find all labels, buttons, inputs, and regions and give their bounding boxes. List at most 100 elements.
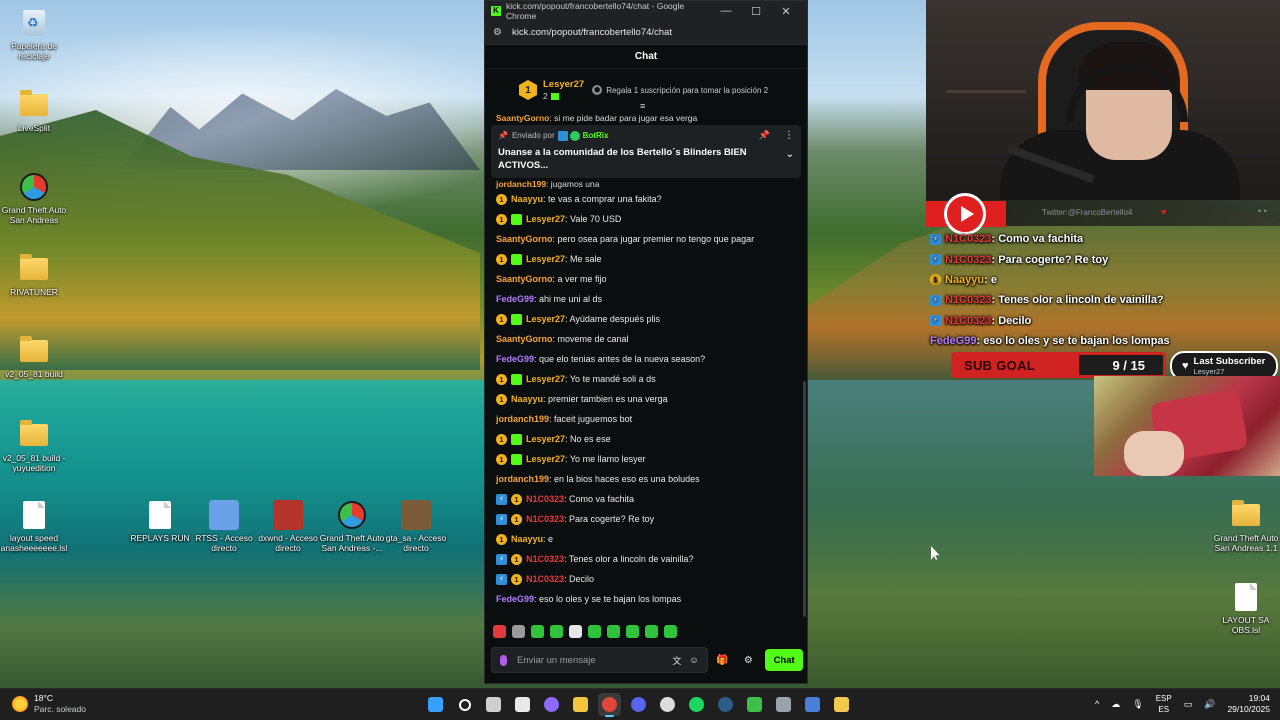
desktop-icon-shortcut[interactable]: dxwnd - Acceso directo <box>254 500 322 553</box>
emote-icon[interactable] <box>493 625 506 638</box>
taskbar-kick-button[interactable] <box>830 693 853 716</box>
weather-widget[interactable]: 18°C Parc. soleado <box>12 693 86 715</box>
folder-glyph <box>1232 500 1260 526</box>
desktop-icon-bin[interactable]: Papelera de reciclaje <box>0 8 68 61</box>
chat-input[interactable]: Enviar un mensaje 文 ☺ <box>491 647 708 673</box>
emote-icon[interactable] <box>645 625 658 638</box>
clock[interactable]: 19:04 29/10/2025 <box>1227 693 1270 715</box>
chevron-down-icon[interactable]: ⌄ <box>786 148 794 161</box>
minimize-button[interactable]: — <box>711 1 741 21</box>
mic-icon[interactable] <box>500 654 507 666</box>
partial-username-2[interactable]: jordanch199 <box>496 179 546 189</box>
taskbar-app-gray-button[interactable] <box>772 693 795 716</box>
chat-username[interactable]: jordanch199 <box>496 414 549 424</box>
taskbar-windows-start-button[interactable] <box>424 693 447 716</box>
emoji-icon[interactable]: ☺ <box>689 655 698 665</box>
pinned-bot-name[interactable]: BotRix <box>583 131 609 140</box>
emote-icon[interactable] <box>550 625 563 638</box>
desktop-icon-gta[interactable]: Grand Theft Auto San Andreas -... <box>318 500 386 553</box>
chevron-up-icon[interactable]: ^ <box>1095 699 1099 709</box>
taskbar-gta-button[interactable] <box>743 693 766 716</box>
send-chat-button[interactable]: Chat <box>765 649 803 671</box>
language-indicator[interactable]: ESP ES <box>1156 693 1172 715</box>
chat-username[interactable]: Lesyer27 <box>526 214 565 224</box>
emote-icon[interactable] <box>626 625 639 638</box>
chat-username[interactable]: Naayyu <box>511 394 543 404</box>
desktop-icon-shortcut[interactable]: gta_sa - Acceso directo <box>382 500 450 553</box>
emote-icon[interactable] <box>607 625 620 638</box>
emote-icon[interactable] <box>664 625 677 638</box>
desktop-icon-folder[interactable]: LiveSplit <box>0 90 68 133</box>
maximize-button[interactable]: ☐ <box>741 1 771 21</box>
translate-icon[interactable]: 文 <box>672 654 681 667</box>
chat-username[interactable]: FedeG99 <box>496 594 534 604</box>
chat-username[interactable]: Lesyer27 <box>526 314 565 324</box>
desktop-icon-folder[interactable]: v2_05_81 build <box>0 336 68 379</box>
chat-username[interactable]: Naayyu <box>511 534 543 544</box>
chat-scrollbar[interactable] <box>803 381 806 617</box>
taskbar-spotify-button[interactable] <box>685 693 708 716</box>
more-options-icon[interactable]: ⋮ <box>784 130 794 141</box>
sub-goal-label: SUB GOAL <box>964 357 1036 373</box>
chat-username[interactable]: Lesyer27 <box>526 434 565 444</box>
pinned-message[interactable]: 📌 Enviado por BotRix 📌 ⋮ Unanse a la com… <box>491 125 801 178</box>
shortcut-icon <box>401 500 431 530</box>
unpin-icon[interactable]: 📌 <box>759 130 770 141</box>
taskbar-monitor-button[interactable] <box>801 693 824 716</box>
collapse-handle-icon[interactable]: ≡ <box>640 101 645 111</box>
desktop-icon-label: gta_sa - Acceso directo <box>385 533 447 553</box>
chat-messages-area[interactable]: SaantyGorno: si me pide badar para jugar… <box>485 113 807 617</box>
emote-icon[interactable] <box>588 625 601 638</box>
chat-username[interactable]: Lesyer27 <box>526 374 565 384</box>
gift-leaderboard[interactable]: 1 Lesyer27 2 ⬢ Regala 1 suscripción para… <box>485 69 807 111</box>
desktop-icon-folder[interactable]: RIVATUNER <box>0 254 68 297</box>
taskbar-obs-button[interactable] <box>656 693 679 716</box>
desktop-icon-file[interactable]: REPLAYS RUN <box>126 500 194 543</box>
close-button[interactable]: ✕ <box>771 1 801 21</box>
emote-icon[interactable] <box>569 625 582 638</box>
settings-icon[interactable]: ⚙ <box>737 647 759 673</box>
volume-icon[interactable]: 🔊 <box>1204 699 1215 710</box>
taskbar-chrome-button[interactable] <box>598 693 621 717</box>
address-bar[interactable]: ⚙ kick.com/popout/francobertello74/chat <box>485 21 807 45</box>
chat-username[interactable]: Lesyer27 <box>526 254 565 264</box>
chat-username[interactable]: FedeG99 <box>496 354 534 364</box>
chat-username[interactable]: SaantyGorno <box>496 234 553 244</box>
taskbar-store-button[interactable] <box>511 693 534 716</box>
desktop-icon-file[interactable]: layout speed anasheeeeeee.lsl <box>0 500 68 553</box>
og-badge-icon: 1 <box>496 253 507 265</box>
og-badge-icon: 1 <box>496 533 507 545</box>
chat-username[interactable]: N1C0323 <box>526 574 564 584</box>
display-icon[interactable]: ▭ <box>1184 699 1193 710</box>
taskbar-steam-button[interactable] <box>714 693 737 716</box>
gift-box-icon[interactable]: 🎁 <box>712 647 734 673</box>
taskbar-file-explorer-button[interactable] <box>569 693 592 716</box>
chat-username[interactable]: FedeG99 <box>496 294 534 304</box>
chat-username[interactable]: N1C0323 <box>526 494 564 504</box>
chat-message: 1 Lesyer27: No es ese <box>496 429 796 449</box>
chat-username[interactable]: jordanch199 <box>496 474 549 484</box>
desktop-icon-folder[interactable]: Grand Theft Auto San Andreas 1.1 <box>1212 500 1280 553</box>
network-icon[interactable]: ☁ <box>1111 699 1120 710</box>
mic-tray-icon[interactable]: 🎙 <box>1132 699 1143 710</box>
site-settings-icon[interactable]: ⚙ <box>493 27 502 38</box>
desktop-icon-file[interactable]: LAYOUT SA OBS.lsl <box>1212 582 1280 635</box>
chat-username[interactable]: SaantyGorno <box>496 334 553 344</box>
chat-username[interactable]: Lesyer27 <box>526 454 565 464</box>
chat-username[interactable]: SaantyGorno <box>496 274 553 284</box>
desktop-icon-folder[interactable]: v2_05_81 build - yuyuedition <box>0 420 68 473</box>
desktop-icon-shortcut[interactable]: RTSS - Acceso directo <box>190 500 258 553</box>
taskbar-task-view-button[interactable] <box>482 693 505 716</box>
chat-username[interactable]: Naayyu <box>511 194 543 204</box>
chat-username[interactable]: N1C0323 <box>526 554 564 564</box>
desktop-icon-gta[interactable]: Grand Theft Auto San Andreas <box>0 172 68 225</box>
partial-username[interactable]: SaantyGorno <box>496 113 549 123</box>
emote-icon[interactable] <box>512 625 525 638</box>
taskbar-discord-button[interactable] <box>627 693 650 716</box>
chat-username[interactable]: N1C0323 <box>526 514 564 524</box>
bin-icon <box>19 8 49 38</box>
window-titlebar[interactable]: K kick.com/popout/francobertello74/chat … <box>485 1 807 21</box>
taskbar-search-button[interactable] <box>453 693 476 716</box>
emote-icon[interactable] <box>531 625 544 638</box>
taskbar-cortana-button[interactable] <box>540 693 563 716</box>
